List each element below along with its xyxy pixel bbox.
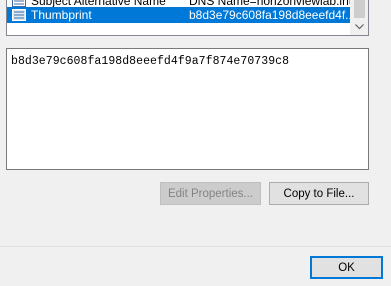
chevron-down-icon [355,24,364,30]
list-item-thumbprint[interactable]: Thumbprint b8d3e79c608fa198d8eeefd4f... [7,7,350,23]
certificate-field-list[interactable]: Subject Alternative Name DNS Name=horizo… [6,0,369,36]
copy-to-file-button[interactable]: Copy to File... [269,182,369,205]
field-name: Thumbprint [31,8,92,22]
certificate-field-icon [12,9,26,21]
certificate-field-icon [12,0,26,7]
vertical-scrollbar[interactable] [350,0,368,35]
ok-button[interactable]: OK [310,256,383,279]
scroll-thumb[interactable] [354,0,365,18]
edit-properties-button: Edit Properties... [160,182,261,205]
field-value: b8d3e79c608fa198d8eeefd4f... [189,8,350,22]
scroll-down-button[interactable] [351,19,368,35]
field-value-textbox[interactable]: b8d3e79c608fa198d8eeefd4f9a7f874e70739c8 [6,48,369,170]
